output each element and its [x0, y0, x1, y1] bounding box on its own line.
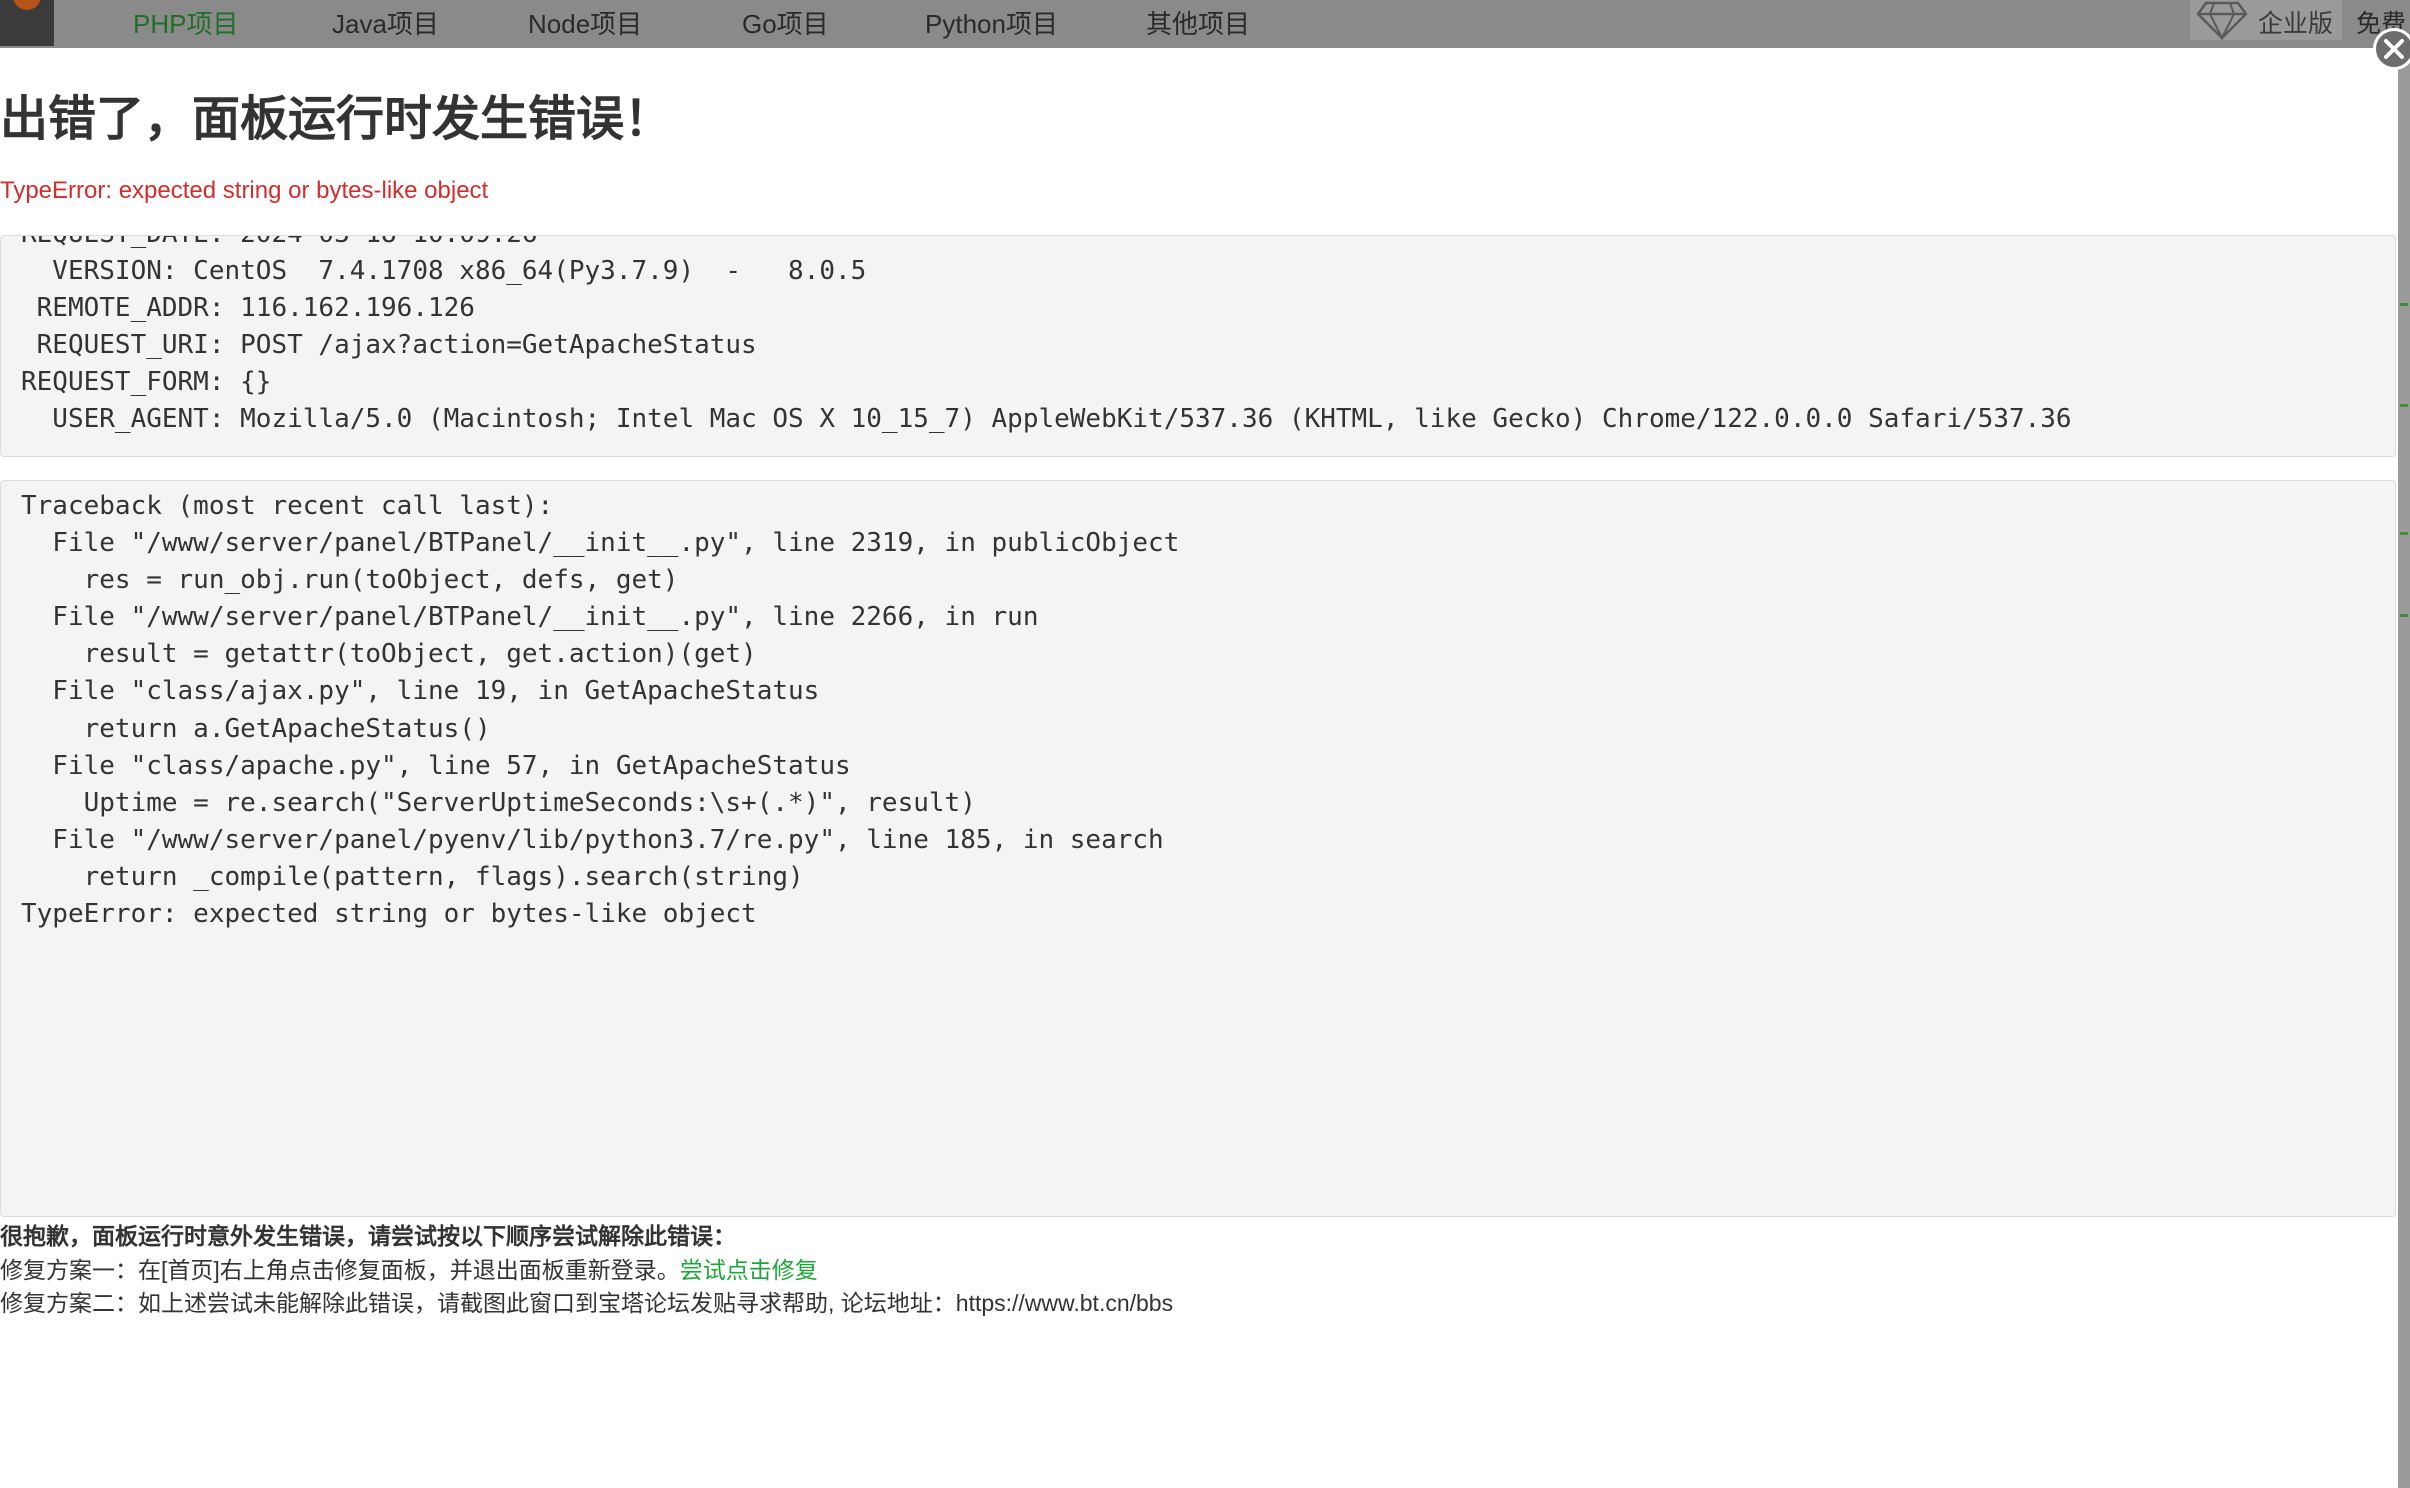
traceback-line: result = getattr(toObject, get.action)(g… [21, 639, 757, 670]
traceback-line: File "/www/server/panel/BTPanel/__init__… [21, 528, 1180, 559]
traceback-line: File "class/apache.py", line 57, in GetA… [21, 750, 851, 781]
traceback-line: res = run_obj.run(toObject, defs, get) [21, 565, 679, 596]
fix-suggestions: 很抱歉，面板运行时意外发生错误，请尝试按以下顺序尝试解除此错误： 修复方案一：在… [0, 1220, 1173, 1321]
logo-mark [13, 0, 41, 10]
traceback-line: return _compile(pattern, flags).search(s… [21, 861, 804, 892]
request-info-line: REMOTE_ADDR: 116.162.196.126 [21, 293, 475, 324]
request-info-line: VERSION: CentOS 7.4.1708 x86_64(Py3.7.9)… [21, 256, 867, 287]
error-modal: 出错了，面板运行时发生错误！ TypeError: expected strin… [0, 48, 2398, 1488]
request-info-line: REQUEST_FORM: {} [21, 367, 272, 398]
close-button[interactable] [2373, 28, 2410, 70]
traceback-line: File "/www/server/panel/BTPanel/__init__… [21, 602, 1039, 633]
error-subtitle: TypeError: expected string or bytes-like… [0, 177, 489, 204]
enterprise-badge[interactable]: 企业版 [2190, 0, 2342, 40]
traceback-line: Traceback (most recent call last): [21, 491, 554, 521]
traceback-line: return a.GetApacheStatus() [21, 713, 491, 744]
traceback-text: Traceback (most recent call last): File … [1, 481, 2395, 933]
diamond-icon [2196, 1, 2248, 40]
request-info-line: REQUEST_URI: POST /ajax?action=GetApache… [21, 330, 757, 361]
nav-item-node[interactable]: Node项目 [528, 4, 642, 41]
strip-mark [2400, 532, 2408, 535]
close-icon [2384, 39, 2404, 59]
nav-item-php[interactable]: PHP项目 [133, 4, 238, 41]
strip-mark [2400, 614, 2408, 617]
request-info-text: REQUEST_DATE: 2024-03-18 10:09:26 VERSIO… [1, 236, 2395, 439]
top-nav-bar: PHP项目 Java项目 Node项目 Go项目 Python项目 其他项目 企… [0, 0, 2410, 48]
nav-item-java[interactable]: Java项目 [332, 4, 439, 41]
fix-option-1-text: 修复方案一：在[首页]右上角点击修复面板，并退出面板重新登录。 [0, 1256, 680, 1283]
request-info-panel[interactable]: REQUEST_DATE: 2024-03-18 10:09:26 VERSIO… [0, 235, 2396, 457]
strip-mark [2400, 303, 2408, 306]
traceback-line: TypeError: expected string or bytes-like… [21, 899, 757, 930]
strip-mark [2400, 404, 2408, 407]
traceback-line: File "class/ajax.py", line 19, in GetApa… [21, 676, 820, 707]
traceback-line: Uptime = re.search("ServerUptimeSeconds:… [21, 787, 976, 818]
request-info-line: USER_AGENT: Mozilla/5.0 (Macintosh; Inte… [21, 404, 2072, 435]
fix-option-1: 修复方案一：在[首页]右上角点击修复面板，并退出面板重新登录。尝试点击修复 [0, 1254, 1173, 1288]
nav-item-python[interactable]: Python项目 [925, 4, 1058, 41]
traceback-line: File "/www/server/panel/pyenv/lib/python… [21, 824, 1164, 855]
error-title: 出错了，面板运行时发生错误！ [0, 93, 673, 146]
request-info-line: REQUEST_DATE: 2024-03-18 10:09:26 [21, 236, 538, 249]
fix-option-2: 修复方案二：如上述尝试未能解除此错误，请截图此窗口到宝塔论坛发贴寻求帮助, 论坛… [0, 1290, 1174, 1316]
enterprise-label: 企业版 [2258, 10, 2334, 38]
traceback-panel[interactable]: Traceback (most recent call last): File … [0, 480, 2396, 1217]
background-page-strip [2398, 48, 2410, 1488]
nav-item-go[interactable]: Go项目 [742, 4, 829, 41]
nav-item-other[interactable]: 其他项目 [1146, 4, 1250, 41]
repair-link[interactable]: 尝试点击修复 [680, 1257, 818, 1283]
apology-text: 很抱歉，面板运行时意外发生错误，请尝试按以下顺序尝试解除此错误： [0, 1223, 736, 1249]
bt-panel-logo[interactable] [0, 0, 54, 46]
